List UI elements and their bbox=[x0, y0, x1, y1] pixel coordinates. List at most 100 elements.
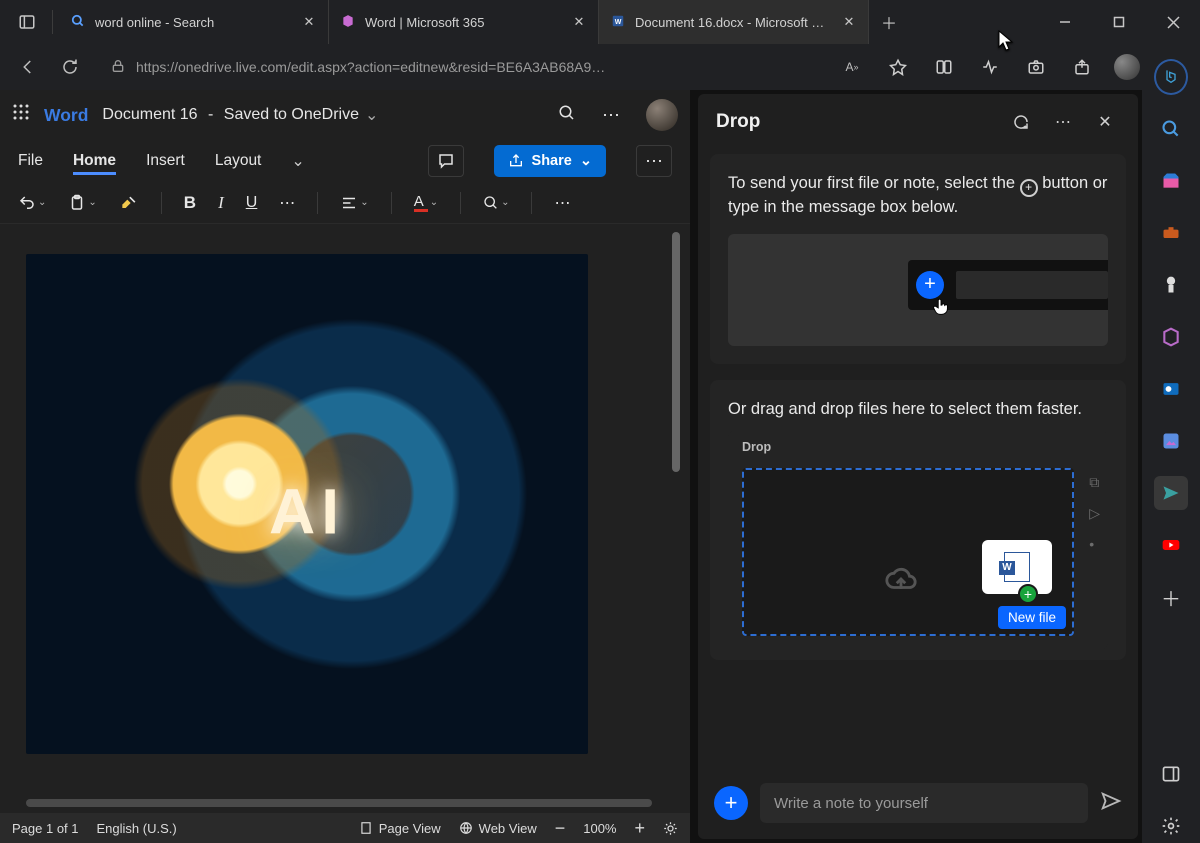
status-bar: Page 1 of 1 English (U.S.) Page View Web… bbox=[0, 813, 690, 843]
tab-title: word online - Search bbox=[95, 15, 292, 30]
paste-button[interactable]: ⌄ bbox=[64, 194, 100, 212]
drop-body: To send your first file or note, select … bbox=[698, 150, 1138, 777]
zoom-in-button[interactable]: + bbox=[634, 818, 645, 839]
search-icon[interactable] bbox=[558, 104, 576, 127]
close-button[interactable] bbox=[1146, 0, 1200, 44]
separator bbox=[391, 192, 392, 214]
minimize-button[interactable] bbox=[1038, 0, 1092, 44]
word-doc-icon: W bbox=[611, 14, 625, 31]
svg-text:W: W bbox=[615, 18, 622, 25]
format-painter-button[interactable] bbox=[115, 193, 143, 213]
favorite-button[interactable] bbox=[884, 53, 912, 81]
page-indicator[interactable]: Page 1 of 1 bbox=[12, 821, 79, 836]
separator bbox=[531, 192, 532, 214]
underline-button[interactable]: U bbox=[242, 194, 262, 212]
align-button[interactable]: ⌄ bbox=[336, 194, 372, 212]
shopping-icon[interactable] bbox=[1154, 164, 1188, 198]
drop-hint-card-2: Or drag and drop files here to select th… bbox=[710, 380, 1126, 660]
document-image[interactable]: AI bbox=[26, 254, 588, 754]
zoom-out-button[interactable]: − bbox=[555, 818, 566, 839]
more-font-button[interactable]: ⋯ bbox=[275, 193, 299, 213]
find-button[interactable]: ⌄ bbox=[479, 195, 513, 211]
tools-icon[interactable] bbox=[1154, 216, 1188, 250]
split-screen-button[interactable] bbox=[930, 53, 958, 81]
drop-compose: + Write a note to yourself bbox=[698, 777, 1138, 839]
refresh-button[interactable] bbox=[56, 53, 84, 81]
font-color-button[interactable]: A⌄ bbox=[410, 193, 442, 212]
web-view-button[interactable]: Web View bbox=[459, 821, 537, 836]
chevron-down-icon: ⌄ bbox=[580, 153, 592, 169]
ribbon-toolbar: ⌄ ⌄ B I U ⋯ ⌄ A⌄ ⌄ ⋯ ⌄ bbox=[0, 182, 690, 224]
language-indicator[interactable]: English (U.S.) bbox=[97, 821, 177, 836]
add-button[interactable]: + bbox=[714, 786, 748, 820]
search-icon[interactable] bbox=[1154, 112, 1188, 146]
tab-insert[interactable]: Insert bbox=[146, 148, 185, 174]
bold-button[interactable]: B bbox=[180, 193, 200, 213]
performance-button[interactable] bbox=[976, 53, 1004, 81]
browser-tab[interactable]: word online - Search ✕ bbox=[59, 0, 329, 44]
tab-strip: word online - Search ✕ Word | Microsoft … bbox=[0, 0, 1200, 44]
undo-button[interactable]: ⌄ bbox=[14, 194, 50, 212]
read-aloud-button[interactable]: A» bbox=[838, 53, 866, 81]
app-launcher-icon[interactable] bbox=[12, 103, 30, 127]
chevron-down-icon[interactable]: ⌄ bbox=[291, 151, 304, 171]
url-field[interactable]: https://onedrive.live.com/edit.aspx?acti… bbox=[98, 51, 824, 83]
zoom-level[interactable]: 100% bbox=[583, 821, 616, 836]
user-avatar[interactable] bbox=[646, 99, 678, 131]
close-button[interactable]: ✕ bbox=[1090, 112, 1120, 132]
horizontal-scrollbar[interactable] bbox=[26, 799, 652, 807]
drop-icon[interactable] bbox=[1154, 476, 1188, 510]
more-commands-button[interactable]: ⋯ bbox=[550, 193, 574, 213]
word-doc-icon bbox=[1004, 552, 1030, 582]
browser-tab[interactable]: W Document 16.docx - Microsoft W… ✕ bbox=[599, 0, 869, 44]
ai-art-image: AI bbox=[26, 254, 588, 754]
profile-avatar[interactable] bbox=[1114, 54, 1140, 80]
note-placeholder: Write a note to yourself bbox=[774, 795, 928, 812]
settings-icon[interactable] bbox=[1154, 809, 1188, 843]
vertical-scrollbar[interactable] bbox=[672, 232, 680, 472]
screenshot-button[interactable] bbox=[1022, 53, 1050, 81]
close-icon[interactable]: ✕ bbox=[302, 15, 316, 29]
word-brand[interactable]: Word bbox=[44, 105, 88, 126]
back-button[interactable] bbox=[14, 53, 42, 81]
share-button[interactable] bbox=[1068, 53, 1096, 81]
add-sidebar-button[interactable]: ＋ bbox=[1154, 580, 1188, 614]
more-button[interactable]: ⋯ bbox=[636, 145, 672, 177]
games-icon[interactable] bbox=[1154, 268, 1188, 302]
word-app: Word Document 16 - Saved to OneDrive ⌄ ⋯… bbox=[0, 90, 690, 843]
more-button[interactable]: ⋯ bbox=[1048, 112, 1078, 132]
page-view-button[interactable]: Page View bbox=[359, 821, 441, 836]
send-button[interactable] bbox=[1100, 790, 1122, 817]
browser-tab[interactable]: Word | Microsoft 365 ✕ bbox=[329, 0, 599, 44]
close-icon[interactable]: ✕ bbox=[842, 15, 856, 29]
dropzone-area: + New file bbox=[742, 468, 1074, 636]
outlook-icon[interactable] bbox=[1154, 372, 1188, 406]
image-creator-icon[interactable] bbox=[1154, 424, 1188, 458]
sidebar-toggle-button[interactable] bbox=[1154, 757, 1188, 791]
maximize-button[interactable] bbox=[1092, 0, 1146, 44]
sync-button[interactable] bbox=[1006, 113, 1036, 131]
document-canvas[interactable]: AI bbox=[0, 224, 690, 813]
drop-header: Drop ⋯ ✕ bbox=[698, 94, 1138, 150]
send-icon: ▷ bbox=[1089, 505, 1100, 522]
tab-actions-button[interactable] bbox=[8, 0, 46, 44]
bing-chat-icon[interactable] bbox=[1154, 60, 1188, 94]
share-button[interactable]: Share ⌄ bbox=[494, 145, 606, 177]
doc-title[interactable]: Document 16 - Saved to OneDrive ⌄ bbox=[102, 105, 378, 125]
note-input[interactable]: Write a note to yourself bbox=[760, 783, 1088, 823]
tab-home[interactable]: Home bbox=[73, 148, 116, 175]
more-button[interactable]: ⋯ bbox=[602, 105, 620, 126]
new-tab-button[interactable]: ＋ bbox=[869, 0, 909, 44]
brightness-icon[interactable] bbox=[663, 821, 678, 836]
youtube-icon[interactable] bbox=[1154, 528, 1188, 562]
m365-icon[interactable] bbox=[1154, 320, 1188, 354]
italic-button[interactable]: I bbox=[214, 193, 228, 213]
comments-button[interactable] bbox=[428, 145, 464, 177]
tab-file[interactable]: File bbox=[18, 148, 43, 174]
chevron-down-icon: ⌄ bbox=[365, 105, 378, 125]
tab-layout[interactable]: Layout bbox=[215, 148, 262, 174]
url-text: https://onedrive.live.com/edit.aspx?acti… bbox=[136, 59, 605, 75]
drop-title: Drop bbox=[716, 111, 760, 133]
hand-pointer-icon bbox=[930, 296, 952, 324]
close-icon[interactable]: ✕ bbox=[572, 15, 586, 29]
